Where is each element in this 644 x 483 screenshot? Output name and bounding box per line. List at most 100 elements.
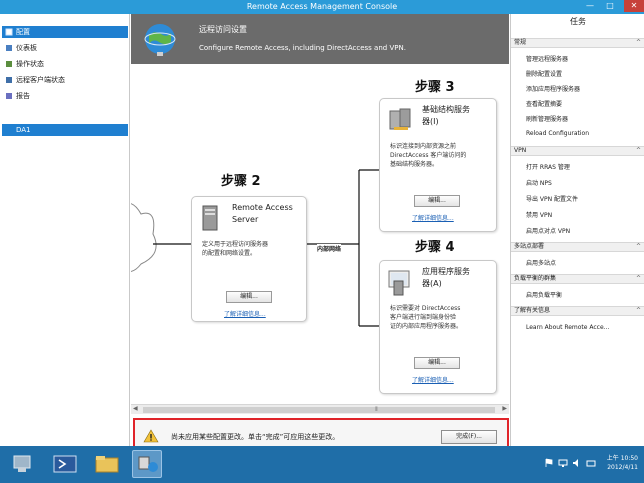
edit-infrastructure-button[interactable]: 编辑... [414, 195, 460, 207]
scrollbar-thumb[interactable] [143, 407, 495, 413]
collapse-icon[interactable]: ^ [636, 243, 641, 251]
taskbar: 上午 10:50 2012/4/11 [0, 446, 644, 483]
nav-item-remote-client-status[interactable]: 远程客户端状态 [2, 74, 128, 86]
task-item[interactable]: 打开 RRAS 管理 [526, 162, 570, 171]
server-icon [202, 205, 218, 231]
tasks-section-load-balancing[interactable]: 负载平衡的群集 ^ [511, 274, 644, 284]
taskbar-server-manager[interactable] [8, 450, 38, 478]
internet-cloud-icon [131, 203, 157, 273]
card-title-line2: 器(I) [422, 117, 439, 126]
nav-item-operation-status[interactable]: 操作状态 [2, 58, 128, 70]
nav-item-label: 报告 [16, 92, 30, 100]
collapse-icon[interactable]: ^ [636, 147, 641, 155]
nav-item-label: 远程客户端状态 [16, 76, 65, 84]
tasks-section-multisite[interactable]: 多站点部署 ^ [511, 242, 644, 252]
nav-item-configuration[interactable]: 配置 [2, 26, 128, 38]
card-desc-line3: 证的内部应用程序服务器。 [390, 323, 463, 330]
scroll-left-icon[interactable]: ◀ [133, 405, 138, 412]
keyboard-icon[interactable] [586, 458, 596, 468]
finish-button[interactable]: 完成(F)... [441, 430, 497, 444]
nav-item-label: 仪表板 [16, 44, 37, 52]
card-title-line2: 器(A) [422, 279, 442, 288]
card-desc-line1: 标识需要对 DirectAccess [390, 305, 461, 312]
task-item[interactable]: 删除配置设置 [526, 69, 562, 78]
task-item[interactable]: 启动 NPS [526, 178, 552, 187]
server-name: DA1 [16, 126, 31, 134]
horizontal-scrollbar[interactable]: ◀ ⦀ ▶ [131, 404, 509, 414]
taskbar-clock[interactable]: 上午 10:50 2012/4/11 [598, 454, 638, 472]
tasks-header: 任务 [570, 17, 586, 26]
task-item[interactable]: 启用负载平衡 [526, 290, 562, 299]
collapse-icon[interactable]: ^ [636, 307, 641, 315]
scroll-grip-icon: ⦀ [375, 406, 378, 413]
tasks-section-learn-more[interactable]: 了解有关信息 ^ [511, 306, 644, 316]
nav-item-dashboard[interactable]: 仪表板 [2, 42, 128, 54]
section-title: 多站点部署 [514, 243, 545, 250]
section-title: 常规 [514, 39, 527, 46]
dashboard-icon [6, 45, 12, 51]
task-item[interactable]: 禁用 VPN [526, 210, 552, 219]
tasks-pane: 任务 常规 ^ 管理远程服务器 删除配置设置 添加应用程序服务器 查看配置摘要 … [510, 14, 644, 446]
application-server-icon [388, 270, 410, 296]
nav-item-label: 操作状态 [16, 60, 44, 68]
card-desc-line2: 的配置和网络设置。 [202, 250, 257, 257]
remote-access-server-card: Remote Access Server 定义用于远程访问服务器 的配置和网络设… [191, 196, 307, 322]
step-2-label: 步骤 2 [221, 174, 261, 189]
collapse-icon[interactable]: ^ [636, 275, 641, 283]
tasks-section-general[interactable]: 常规 ^ [511, 38, 644, 48]
learn-more-infrastructure-link[interactable]: 了解详细信息... [412, 213, 454, 222]
globe-icon [144, 24, 176, 56]
close-button[interactable]: ✕ [624, 0, 644, 12]
step-4-label: 步骤 4 [415, 240, 455, 255]
nav-item-label: 配置 [16, 28, 30, 36]
volume-icon[interactable] [572, 458, 582, 468]
task-item[interactable]: 启用点对点 VPN [526, 226, 570, 235]
flag-icon[interactable] [544, 458, 554, 468]
application-servers-card: 应用程序服务 器(A) 标识需要对 DirectAccess 客户端进行端到端身… [379, 260, 497, 394]
maximize-button[interactable]: □ [600, 0, 620, 12]
server-item-da1[interactable]: DA1 [2, 124, 128, 136]
task-item[interactable]: 刷新管理服务器 [526, 114, 568, 123]
task-item[interactable]: 启用多站点 [526, 258, 556, 267]
task-item[interactable]: 添加应用程序服务器 [526, 84, 580, 93]
edit-server-button[interactable]: 编辑... [226, 291, 272, 303]
card-title-line1: 基础结构服务 [422, 105, 470, 114]
internal-network-label: 内部网络 [317, 244, 342, 253]
clock-date: 2012/4/11 [607, 464, 638, 471]
taskbar-remote-access-console[interactable] [132, 450, 162, 478]
task-item[interactable]: 查看配置摘要 [526, 99, 562, 108]
taskbar-powershell[interactable] [50, 450, 80, 478]
learn-more-application-link[interactable]: 了解详细信息... [412, 375, 454, 384]
card-title-line1: Remote Access [232, 203, 293, 212]
status-icon [6, 61, 12, 67]
notification-message: 尚未应用某些配置更改。单击“完成”可应用这些更改。 [171, 433, 340, 441]
tasks-section-vpn[interactable]: VPN ^ [511, 146, 644, 156]
page-title: 远程访问设置 [199, 25, 247, 34]
card-title-line1: 应用程序服务 [422, 267, 470, 276]
task-item[interactable]: Reload Configuration [526, 130, 589, 137]
edit-application-button[interactable]: 编辑... [414, 357, 460, 369]
folder-icon [95, 456, 119, 473]
taskbar-file-explorer[interactable] [92, 450, 122, 478]
left-navigation: 配置 仪表板 操作状态 远程客户端状态 报告 DA1 [0, 14, 130, 446]
task-item[interactable]: 导出 VPN 配置文件 [526, 194, 578, 203]
clock-time: 上午 10:50 [606, 455, 638, 462]
clients-icon [6, 77, 12, 83]
report-icon [6, 93, 12, 99]
minimize-button[interactable]: — [580, 0, 600, 12]
nav-item-reports[interactable]: 报告 [2, 90, 128, 102]
powershell-icon [53, 455, 77, 473]
infrastructure-server-icon [389, 108, 411, 130]
scroll-right-icon[interactable]: ▶ [502, 405, 507, 412]
task-item[interactable]: Learn About Remote Acce... [526, 324, 609, 331]
infrastructure-servers-card: 基础结构服务 器(I) 标识连接到内部资源之前 DirectAccess 客户端… [379, 98, 497, 232]
card-title-line2: Server [232, 215, 259, 224]
learn-more-server-link[interactable]: 了解详细信息... [224, 309, 266, 318]
title-bar: Remote Access Management Console — □ ✕ [0, 0, 644, 14]
section-title: VPN [514, 147, 527, 154]
card-desc-line2: 客户端进行端到端身份验 [390, 314, 457, 321]
task-item[interactable]: 管理远程服务器 [526, 54, 568, 63]
collapse-icon[interactable]: ^ [636, 39, 641, 47]
warning-icon [143, 429, 159, 443]
network-icon[interactable] [558, 458, 568, 468]
